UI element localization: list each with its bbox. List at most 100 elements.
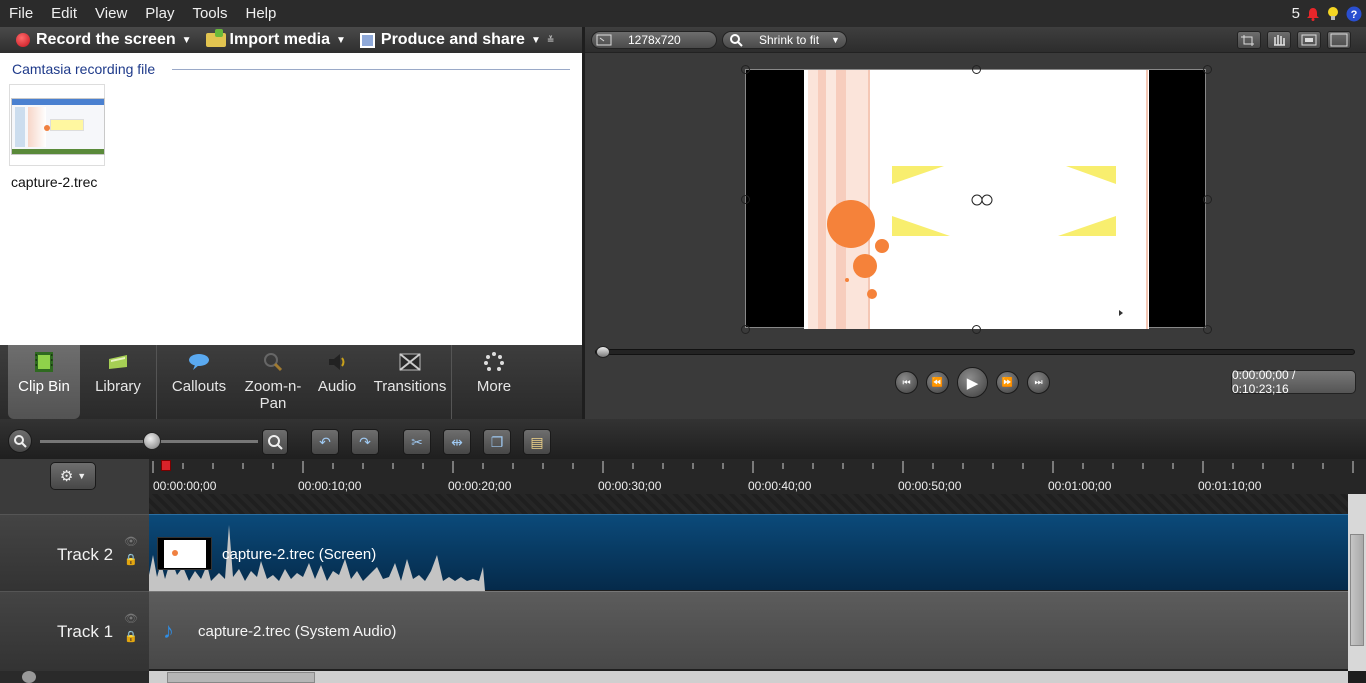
track-2-name: Track 2	[57, 545, 114, 564]
ruler-label: 00:01:10;00	[1198, 479, 1262, 493]
resize-handle[interactable]	[1203, 65, 1212, 74]
tab-audio[interactable]: Audio	[305, 345, 369, 419]
dimensions-dropdown[interactable]: 1278x720	[591, 31, 717, 49]
track-2-header[interactable]: Track 2 👁 🔒	[0, 514, 149, 591]
vertical-scrollbar-thumb[interactable]	[1350, 534, 1364, 646]
zoom-icon	[264, 353, 283, 372]
screen-icon	[1301, 34, 1317, 46]
scrubber-handle[interactable]	[596, 346, 610, 358]
preview-canvas[interactable]	[741, 65, 1212, 334]
resize-handle[interactable]	[1203, 325, 1212, 334]
library-icon	[109, 355, 127, 369]
zoom-in-button[interactable]	[262, 429, 288, 455]
music-note-icon: ♪	[163, 618, 174, 643]
track-height-slider[interactable]	[0, 671, 149, 683]
import-icon	[205, 29, 226, 47]
track-1-clip-title[interactable]: capture-2.trec (System Audio)	[198, 623, 396, 640]
clip-thumbnail	[157, 537, 212, 570]
fit-button[interactable]	[1297, 31, 1321, 49]
resize-handle[interactable]	[1203, 195, 1212, 204]
menu-edit[interactable]: Edit	[42, 0, 86, 27]
vertical-scrollbar[interactable]	[1348, 494, 1366, 671]
notification-count: 5	[1291, 5, 1300, 22]
crop-button[interactable]	[1237, 31, 1261, 49]
tab-transitions-label: Transitions	[373, 378, 447, 395]
resize-handle[interactable]	[972, 325, 981, 334]
track-gap	[149, 494, 1349, 514]
tab-callouts-label: Callouts	[171, 378, 227, 395]
track-settings-button[interactable]: ⚙ ▼	[50, 462, 96, 490]
speaker-icon	[329, 354, 345, 370]
produce-label: Produce and share	[380, 31, 525, 48]
cut-button[interactable]: ✂	[403, 429, 431, 455]
record-label: Record the screen	[36, 31, 176, 48]
fast-forward-button[interactable]: ⏩	[996, 371, 1019, 394]
preview-toolbar: 1278x720 Shrink to fit ▼	[585, 27, 1366, 53]
ruler-label: 00:00:20;00	[448, 479, 512, 493]
svg-text:?: ?	[1351, 9, 1358, 21]
playhead[interactable]	[161, 460, 171, 471]
fit-mode-value: Shrink to fit	[759, 33, 820, 47]
menu-help[interactable]: Help	[237, 0, 286, 27]
visibility-icon[interactable]: 👁	[124, 535, 138, 549]
undo-button[interactable]: ↶	[311, 429, 339, 455]
lock-icon[interactable]: 🔒	[124, 553, 138, 567]
zoom-in-icon	[268, 435, 283, 450]
zoom-slider-handle[interactable]	[143, 432, 161, 450]
lock-icon[interactable]: 🔒	[124, 630, 138, 644]
tab-clip-bin[interactable]: Clip Bin	[8, 345, 80, 419]
rewind-button[interactable]: ⏪	[926, 371, 949, 394]
resize-handle[interactable]	[972, 65, 981, 74]
record-toolbar: Record the screen ▼ Import media ▼ Produ…	[0, 27, 582, 53]
visibility-icon[interactable]: 👁	[124, 612, 138, 626]
lightbulb-icon[interactable]	[1326, 6, 1340, 22]
pan-button[interactable]	[1267, 31, 1291, 49]
tab-zoom-n-pan[interactable]: Zoom-n- Pan	[241, 345, 305, 419]
chevron-down-icon: ▼	[530, 34, 541, 46]
timeline-ruler[interactable]: 00:00:00;00 00:00:10;00 00:00:20;00 00:0…	[149, 459, 1366, 494]
playback-scrubber[interactable]	[595, 346, 1355, 358]
fit-mode-dropdown[interactable]: Shrink to fit ▼	[722, 31, 847, 49]
produce-share-button[interactable]: Produce and share ▼ ≚	[359, 31, 555, 49]
overflow-icon[interactable]: ≚	[547, 35, 555, 46]
paste-button[interactable]: ▤	[523, 429, 551, 455]
tab-callouts[interactable]: Callouts	[157, 345, 241, 419]
track-2-lane: capture-2.trec (Screen)	[149, 514, 1348, 591]
track-1-header[interactable]: Track 1 👁 🔒	[0, 591, 149, 671]
clip-thumbnail[interactable]	[9, 84, 105, 166]
horizontal-scrollbar-thumb[interactable]	[167, 672, 315, 683]
ruler-ticks	[152, 461, 1354, 473]
split-icon: ⇹	[451, 433, 463, 450]
dimensions-value: 1278x720	[628, 33, 681, 47]
split-button[interactable]: ⇹	[443, 429, 471, 455]
tab-transitions[interactable]: Transitions	[369, 345, 451, 419]
hand-icon	[1274, 35, 1285, 46]
menu-file[interactable]: File	[0, 0, 42, 27]
resize-handle[interactable]	[741, 195, 750, 204]
skip-to-end-button[interactable]: ⏭	[1027, 371, 1050, 394]
ruler-label: 00:00:30;00	[598, 479, 662, 493]
resize-handle[interactable]	[741, 325, 750, 334]
menu-tools[interactable]: Tools	[183, 0, 236, 27]
tab-library-label: Library	[95, 378, 141, 395]
zoom-out-button[interactable]	[8, 429, 32, 453]
horizontal-scrollbar[interactable]	[149, 671, 1348, 683]
record-screen-button[interactable]: Record the screen ▼	[16, 31, 192, 49]
skip-to-start-button[interactable]: ⏮	[895, 371, 918, 394]
track-2-clip-title[interactable]: capture-2.trec (Screen)	[222, 546, 376, 563]
play-button[interactable]: ▶	[957, 367, 988, 398]
gear-icon: ⚙	[59, 468, 74, 485]
menu-view[interactable]: View	[86, 0, 136, 27]
copy-button[interactable]: ❐	[483, 429, 511, 455]
fullscreen-button[interactable]	[1327, 31, 1351, 49]
redo-button[interactable]: ↷	[351, 429, 379, 455]
bell-icon[interactable]	[1306, 7, 1320, 21]
tab-library[interactable]: Library	[80, 345, 156, 419]
tab-more[interactable]: More	[452, 345, 536, 419]
menu-play[interactable]: Play	[136, 0, 183, 27]
clip-name: capture-2.trec	[11, 174, 98, 190]
import-media-button[interactable]: Import media ▼	[205, 29, 346, 49]
fast-forward-icon: ⏩	[1001, 377, 1014, 387]
help-icon[interactable]: ?	[1346, 6, 1362, 22]
resize-handle[interactable]	[741, 65, 750, 74]
